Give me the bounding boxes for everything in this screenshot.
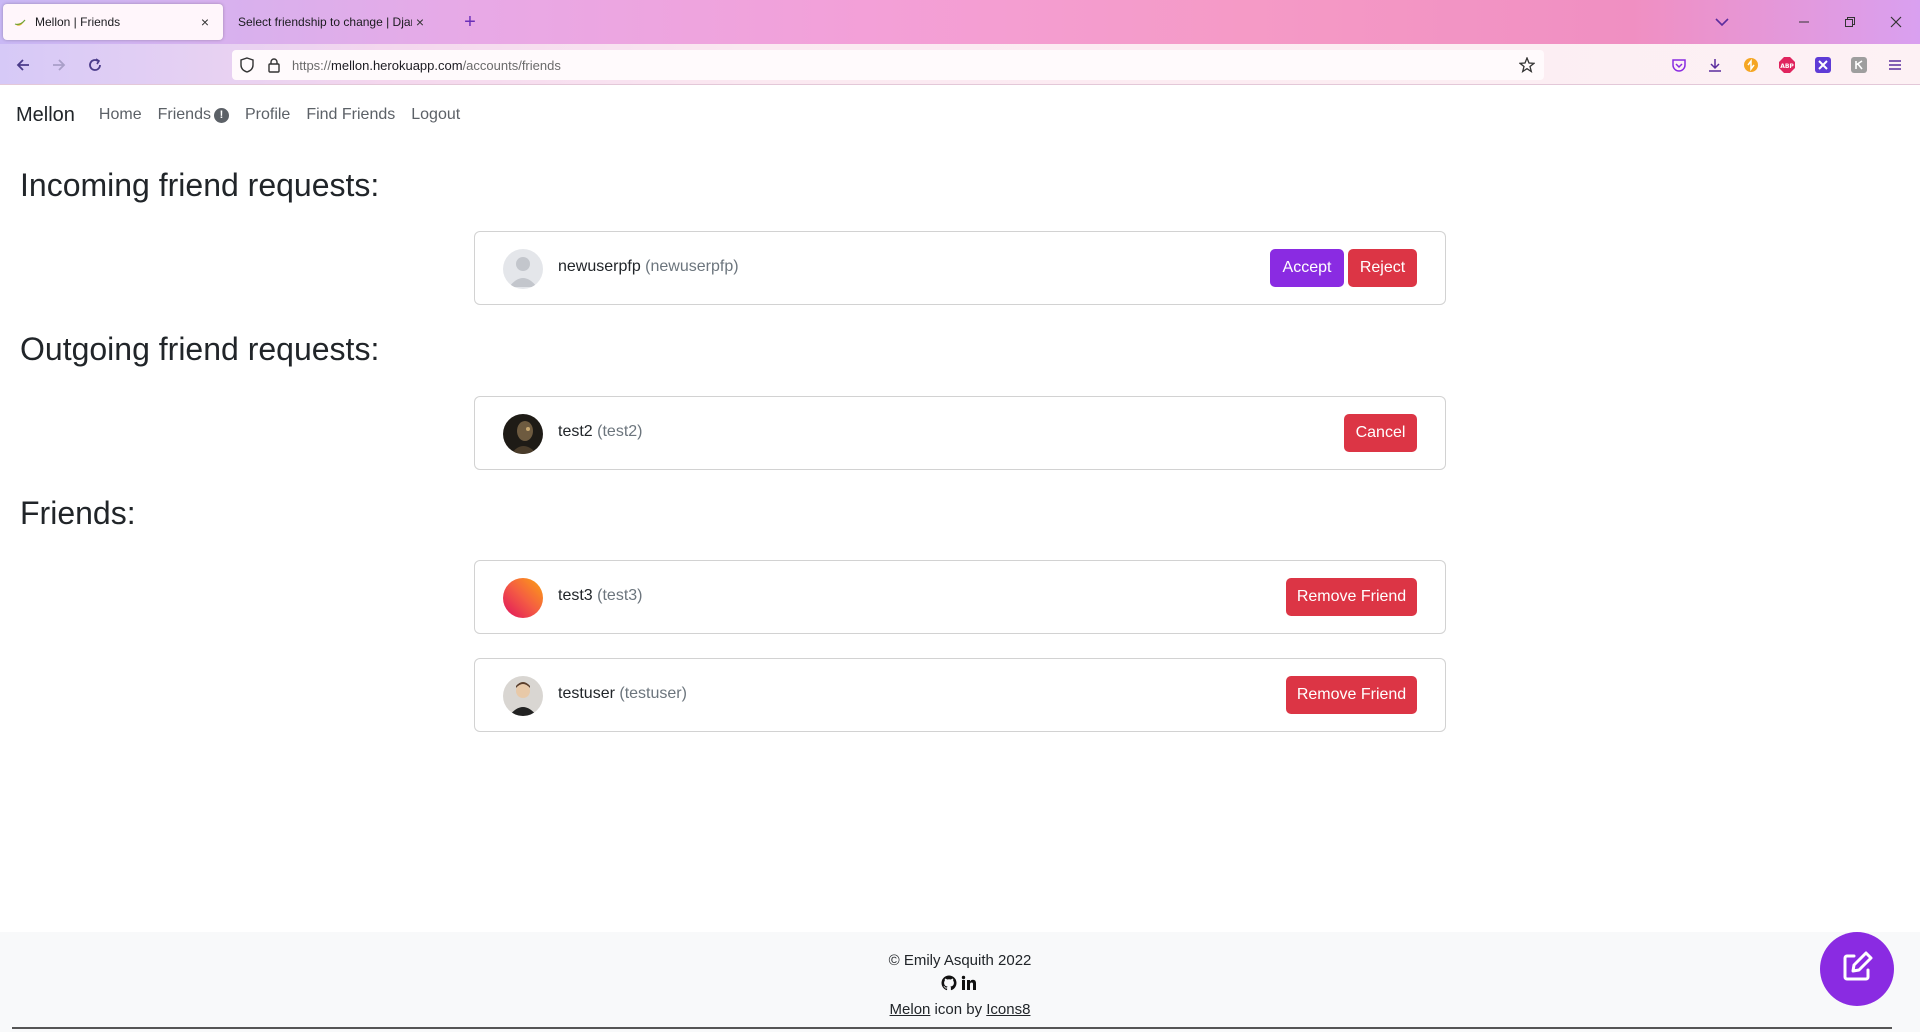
restore-icon[interactable] bbox=[1832, 8, 1868, 36]
tab-title: Select friendship to change | Django bbox=[238, 15, 412, 29]
tracking-protection-shield-icon[interactable] bbox=[238, 56, 256, 74]
melon-credit-link[interactable]: Melon bbox=[890, 1001, 931, 1018]
pocket-icon[interactable] bbox=[1668, 54, 1690, 76]
url-bar[interactable]: https://mellon.herokuapp.com/accounts/fr… bbox=[232, 50, 1544, 80]
list-all-tabs-icon[interactable] bbox=[1710, 12, 1734, 32]
close-tab-icon[interactable]: × bbox=[412, 14, 428, 30]
avatar-test3 bbox=[503, 578, 543, 618]
site-navbar: Mellon Home Friends ! Profile Find Frien… bbox=[0, 85, 1920, 145]
outgoing-heading: Outgoing friend requests: bbox=[20, 331, 380, 367]
nav-link-find-friends[interactable]: Find Friends bbox=[306, 106, 395, 124]
avatar-test2 bbox=[503, 414, 543, 454]
nav-link-friends-label: Friends bbox=[157, 106, 211, 123]
edit-pencil-icon bbox=[1839, 949, 1875, 990]
browser-tab-active[interactable]: Mellon | Friends × bbox=[3, 4, 223, 40]
browser-tab-bar: Mellon | Friends × Select friendship to … bbox=[0, 0, 1920, 44]
icons8-link[interactable]: Icons8 bbox=[986, 1001, 1030, 1018]
friend-card: test3 (test3) Remove Friend bbox=[474, 560, 1446, 634]
bookmark-star-icon[interactable] bbox=[1518, 56, 1536, 74]
back-icon[interactable] bbox=[10, 52, 36, 78]
downloads-icon[interactable] bbox=[1704, 54, 1726, 76]
username: testuser (testuser) bbox=[558, 685, 687, 702]
svg-text:ABP: ABP bbox=[1780, 63, 1794, 70]
footer-divider bbox=[12, 1027, 1892, 1029]
linkedin-icon[interactable] bbox=[961, 975, 977, 996]
avatar-testuser bbox=[503, 676, 543, 716]
tab-title: Mellon | Friends bbox=[35, 15, 121, 29]
cancel-button[interactable]: Cancel bbox=[1344, 414, 1417, 452]
extension-x-icon[interactable] bbox=[1812, 54, 1834, 76]
lock-icon[interactable] bbox=[265, 56, 283, 74]
icon-credit: Melon icon by Icons8 bbox=[889, 1001, 1031, 1018]
username: test2 (test2) bbox=[558, 423, 643, 440]
close-window-icon[interactable] bbox=[1878, 8, 1914, 36]
username: test3 (test3) bbox=[558, 587, 643, 604]
melon-favicon-icon bbox=[13, 15, 27, 29]
compose-post-button[interactable] bbox=[1820, 932, 1894, 1006]
copyright-text: © Emily Asquith 2022 bbox=[888, 952, 1032, 969]
username: newuserpfp (newuserpfp) bbox=[558, 258, 739, 275]
browser-tab-inactive[interactable]: Select friendship to change | Django × bbox=[228, 4, 438, 40]
nav-link-profile[interactable]: Profile bbox=[245, 106, 290, 124]
nav-link-friends[interactable]: Friends ! bbox=[158, 106, 229, 124]
hamburger-menu-icon[interactable] bbox=[1884, 54, 1906, 76]
new-tab-icon[interactable]: + bbox=[458, 10, 482, 34]
browser-toolbar: https://mellon.herokuapp.com/accounts/fr… bbox=[0, 44, 1920, 85]
default-avatar bbox=[503, 249, 543, 289]
accept-button[interactable]: Accept bbox=[1270, 249, 1344, 287]
forward-icon[interactable] bbox=[46, 52, 72, 78]
close-tab-icon[interactable]: × bbox=[197, 14, 213, 30]
github-icon[interactable] bbox=[941, 975, 957, 996]
reject-button[interactable]: Reject bbox=[1348, 249, 1417, 287]
extension-orange-icon[interactable] bbox=[1740, 54, 1762, 76]
brand-link[interactable]: Mellon bbox=[16, 104, 75, 127]
outgoing-request-card: test2 (test2) Cancel bbox=[474, 396, 1446, 470]
incoming-heading: Incoming friend requests: bbox=[20, 167, 380, 203]
nav-link-home[interactable]: Home bbox=[99, 106, 142, 124]
remove-friend-button[interactable]: Remove Friend bbox=[1286, 676, 1417, 714]
notification-badge-icon: ! bbox=[213, 107, 229, 123]
incoming-request-card: newuserpfp (newuserpfp) Accept Reject bbox=[474, 231, 1446, 305]
reload-icon[interactable] bbox=[82, 52, 108, 78]
friends-heading: Friends: bbox=[20, 495, 136, 531]
extension-grey-icon[interactable] bbox=[1848, 54, 1870, 76]
remove-friend-button[interactable]: Remove Friend bbox=[1286, 578, 1417, 616]
url-text[interactable]: https://mellon.herokuapp.com/accounts/fr… bbox=[292, 58, 561, 73]
adblock-plus-icon[interactable]: ABP bbox=[1776, 54, 1798, 76]
friend-card: testuser (testuser) Remove Friend bbox=[474, 658, 1446, 732]
social-links bbox=[941, 975, 977, 996]
minimize-icon[interactable] bbox=[1786, 8, 1822, 36]
nav-link-logout[interactable]: Logout bbox=[411, 106, 460, 124]
